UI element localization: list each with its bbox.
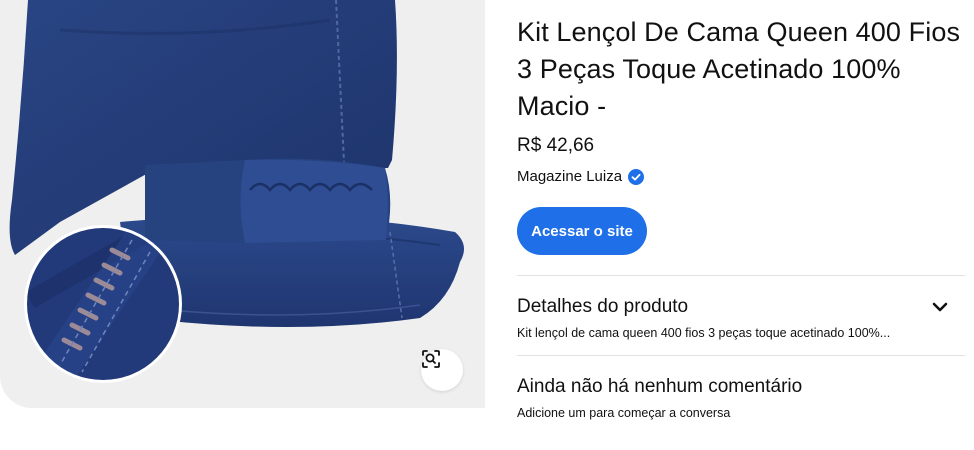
visual-search-icon — [422, 350, 440, 368]
verified-badge-icon — [628, 169, 645, 185]
divider — [517, 275, 965, 276]
details-summary: Kit lençol de cama queen 400 fios 3 peça… — [517, 326, 891, 340]
divider — [517, 355, 965, 356]
visual-search-button[interactable] — [421, 349, 463, 391]
seller-name[interactable]: Magazine Luiza — [517, 167, 622, 187]
comments-prompt: Adicione um para começar a conversa — [517, 406, 731, 420]
chevron-down-icon[interactable] — [929, 296, 951, 318]
product-image — [9, 0, 464, 383]
comments-heading: Ainda não há nenhum comentário — [517, 376, 803, 397]
product-title: Kit Lençol De Cama Queen 400 Fios 3 Peça… — [517, 17, 961, 121]
details-heading[interactable]: Detalhes do produto — [517, 295, 688, 319]
seller-row[interactable]: Magazine Luiza — [517, 167, 645, 187]
product-image-panel[interactable] — [0, 0, 485, 408]
product-price: R$ 42,66 — [517, 135, 595, 156]
visit-site-button[interactable]: Acessar o site — [517, 207, 647, 255]
